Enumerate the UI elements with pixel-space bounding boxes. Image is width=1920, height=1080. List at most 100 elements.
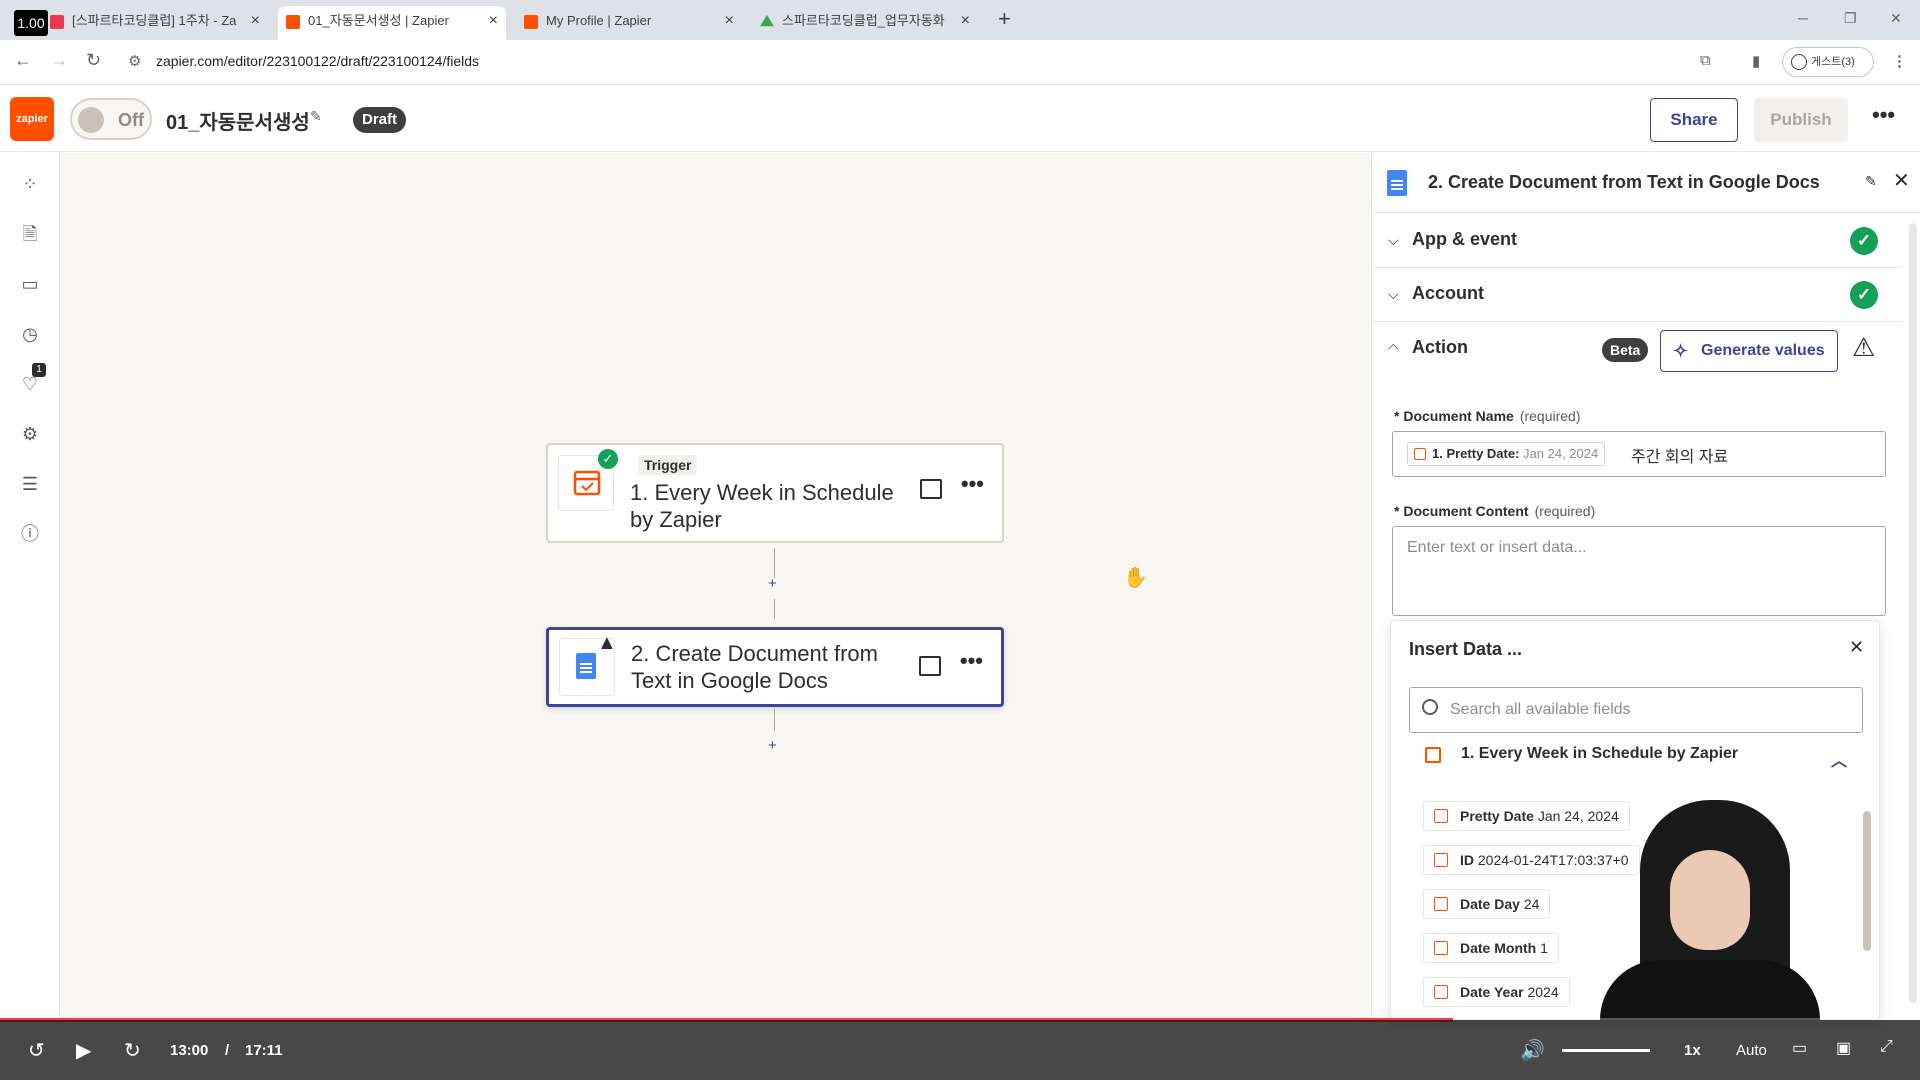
window-close-icon[interactable]: ✕ [1890,10,1902,27]
share-button[interactable]: Share [1650,98,1738,142]
forward-icon[interactable]: → [50,50,68,71]
tab-my-profile[interactable]: My Profile | Zapier × [516,6,742,40]
add-step-plus-icon[interactable]: + [768,737,777,754]
url-field[interactable]: zapier.com/editor/223100122/draft/223100… [156,53,479,69]
insert-data-scrollbar[interactable] [1863,811,1871,951]
document-name-text: 주간 회의 자료 [1631,449,1729,466]
schedule-icon [1434,985,1448,999]
minimize-icon[interactable]: ─ [1798,10,1808,26]
section-app-event[interactable]: ⌵ App & event ✓ [1372,214,1902,268]
help-icon[interactable]: ⓘ [19,523,41,545]
warning-icon: ▲ [597,632,617,654]
connector-line [774,709,775,731]
back-icon[interactable]: ← [14,50,32,71]
current-time: 13:00 [170,1042,209,1059]
chevron-down-icon: ⌵ [1388,286,1399,302]
zap-file-icon[interactable]: 🗎 [19,223,41,245]
close-icon[interactable]: × [251,6,260,36]
toggle-knob [78,107,104,133]
insert-item-date-month[interactable]: Date Month 1 [1423,933,1559,963]
chevron-up-icon[interactable]: ︿ [1831,747,1847,771]
trigger-title: 1. Every Week in Schedule by Zapier [630,480,894,532]
add-step-plus-icon[interactable]: + [768,575,777,592]
comment-icon[interactable]: ▭ [19,273,41,295]
tab-google-drive[interactable]: 스파르타코딩클럽_업무자동화 × [752,6,978,40]
more-options-icon[interactable]: ••• [960,648,983,674]
search-input[interactable]: Search all available fields [1409,687,1863,733]
comment-icon[interactable] [919,656,941,676]
total-time: 17:11 [245,1042,283,1059]
schedule-icon [1425,747,1441,763]
sparkle-icon: ✧ [1673,341,1689,361]
section-action[interactable]: ⌵ Action Beta ✧ Generate values ⚠ [1372,322,1902,380]
close-icon[interactable]: × [725,6,734,36]
play-icon[interactable]: ▶ [76,1038,91,1063]
history-icon[interactable]: ◷ [19,323,41,345]
apps-icon[interactable]: ⁘ [19,173,41,195]
chevron-down-icon: ⌵ [1388,232,1399,248]
profile-button[interactable]: 게스트(3) [1782,47,1874,77]
browser-tab-bar: 1.00 [스파르타코딩클럽] 1주차 - Za × 01_자동문서생성 | Z… [0,0,1920,40]
reload-icon[interactable]: ↻ [86,50,101,71]
more-options-icon[interactable]: ••• [1872,102,1895,128]
document-content-field[interactable]: Enter text or insert data... [1392,526,1886,616]
insert-item-date-year[interactable]: Date Year 2024 [1423,977,1570,1007]
pretty-date-pill[interactable]: 1. Pretty Date: Jan 24, 2024 [1407,442,1606,466]
forward-10-icon[interactable]: ↻ [124,1038,141,1063]
new-tab-button[interactable]: + [998,6,1011,32]
beta-badge: Beta [1602,338,1649,362]
hand-cursor-icon: ✋ [1123,567,1148,589]
restore-icon[interactable]: ❐ [1844,10,1857,27]
generate-values-button[interactable]: ✧ Generate values [1660,330,1838,372]
theater-mode-icon[interactable]: ▣ [1836,1038,1851,1058]
captions-icon[interactable]: ▭ [1792,1038,1807,1058]
zap-title[interactable]: 01_자동문서생성 [166,106,310,135]
fullscreen-icon[interactable]: ⤢ [1880,1038,1893,1056]
panel-scrollbar[interactable] [1909,223,1917,1003]
document-name-field[interactable]: 1. Pretty Date: Jan 24, 2024 주간 회의 자료 [1392,431,1886,477]
close-icon[interactable]: × [961,6,970,36]
search-icon [1422,699,1438,715]
warning-icon: ⚠ [1852,332,1876,362]
publish-button[interactable]: Publish [1754,98,1848,142]
layers-icon[interactable]: ☰ [19,473,41,495]
pencil-icon[interactable]: ✎ [310,108,322,125]
section-account[interactable]: ⌵ Account ✓ [1372,268,1902,322]
browser-menu-icon[interactable]: ⋮ [1892,52,1907,70]
check-icon: ✓ [598,449,618,469]
trigger-step-card[interactable]: ✓ Trigger 1. Every Week in Schedule by Z… [546,443,1004,543]
zap-canvas[interactable]: ✋ ✓ Trigger 1. Every Week in Schedule by… [61,153,1370,1020]
insert-data-title: Insert Data ... [1409,639,1523,659]
quality-selector[interactable]: Auto [1736,1042,1767,1059]
side-panel-icon[interactable]: ▮ [1752,52,1760,70]
zapier-favicon [524,15,538,29]
close-icon[interactable]: × [489,6,498,36]
insert-item-date-day[interactable]: Date Day 24 [1423,889,1551,919]
close-icon[interactable]: ✕ [1849,637,1864,658]
pencil-icon[interactable]: ✎ [1865,173,1877,190]
action-step-card[interactable]: ▲ 2. Create Document from Text in Google… [546,627,1004,707]
close-icon[interactable]: ✕ [1893,168,1910,193]
playback-speed[interactable]: 1x [1684,1042,1701,1059]
profile-icon [1791,54,1807,70]
tab-zap-editor[interactable]: 01_자동문서생성 | Zapier × [278,6,506,40]
insert-group-trigger[interactable]: 1. Every Week in Schedule by Zapier [1425,745,1738,763]
tab-sparta-week1[interactable]: [스파르타코딩클럽] 1주차 - Za × [42,6,268,40]
zapier-logo[interactable]: zapier [10,97,54,141]
translate-icon[interactable]: ⧉ [1700,52,1711,69]
zap-on-off-toggle[interactable]: Off [70,98,152,140]
rewind-10-icon[interactable]: ↺ [28,1038,45,1063]
settings-icon[interactable]: ⚙ [19,423,41,445]
volume-icon[interactable]: 🔊 [1520,1038,1545,1063]
draft-badge: Draft [353,107,407,133]
more-options-icon[interactable]: ••• [961,471,984,497]
trigger-badge: Trigger [638,455,698,475]
volume-slider[interactable] [1562,1049,1650,1052]
presenter-webcam [1560,790,1840,1020]
schedule-icon [1434,941,1448,955]
check-icon: ✓ [1850,281,1878,309]
panel-title: 2. Create Document from Text in Google D… [1428,172,1820,192]
site-info-icon[interactable]: ⚙ [128,52,141,70]
check-icon: ✓ [1850,227,1878,255]
comment-icon[interactable] [920,479,942,499]
